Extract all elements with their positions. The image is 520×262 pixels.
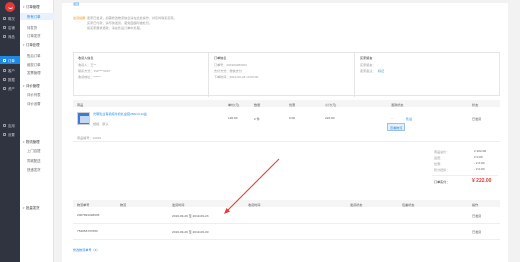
annotation-arrow [224,158,280,214]
